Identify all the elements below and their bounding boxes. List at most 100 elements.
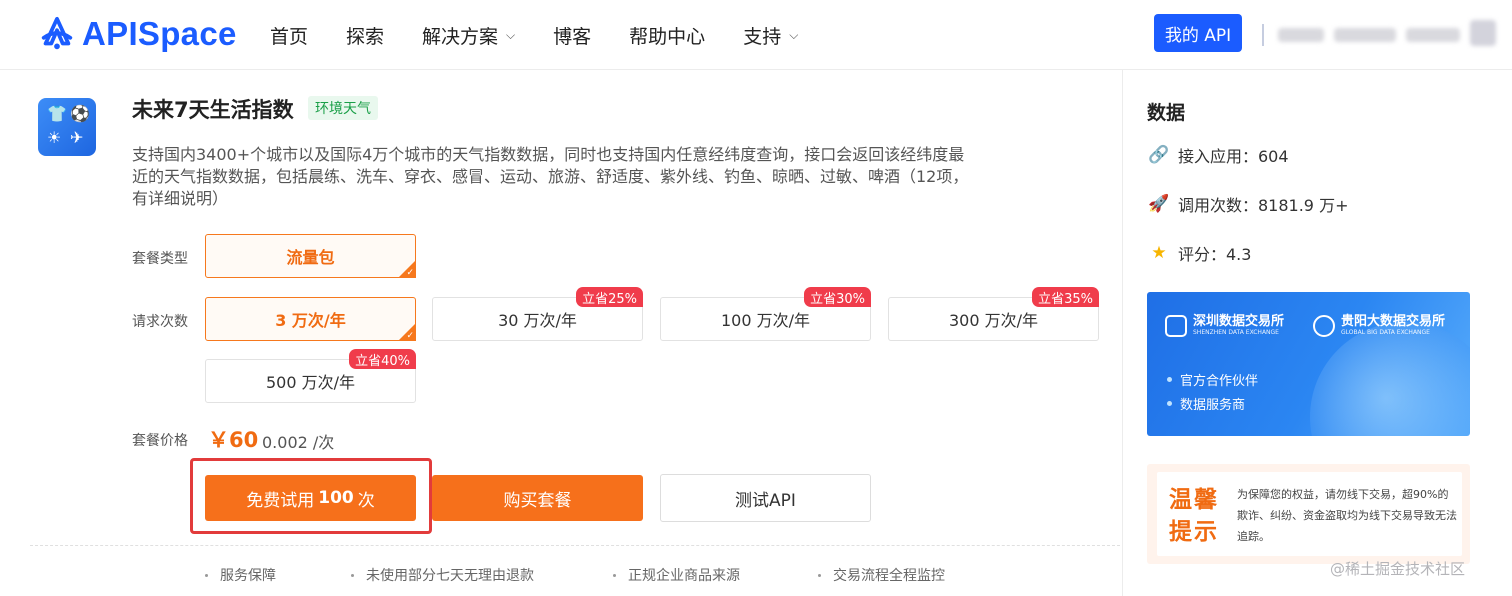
- partner-banner[interactable]: 深圳数据交易所 SHENZHEN DATA EXCHANGE 贵阳大数据交易所 …: [1147, 292, 1470, 436]
- nav-label: 探索: [346, 25, 385, 48]
- stat-rating: ★ 评分：4.3: [1148, 241, 1251, 265]
- guiyang-exchange-logo: 贵阳大数据交易所 GLOBAL BIG DATA EXCHANGE: [1313, 314, 1445, 337]
- guarantee-text: 未使用部分七天无理由退款: [366, 568, 534, 584]
- banner-text: 数据服务商: [1180, 398, 1246, 413]
- nav-label: 帮助中心: [629, 25, 706, 48]
- option-label: 流量包: [286, 248, 335, 267]
- notice-title: 温馨提示: [1169, 487, 1219, 545]
- logo-mark-icon: [41, 16, 73, 50]
- sun-icon: ☀: [47, 128, 62, 147]
- user-account-area[interactable]: [1262, 22, 1470, 48]
- chevron-down-icon: ⌵: [506, 27, 516, 42]
- count-option-500w[interactable]: 500 万次/年 立省40%: [205, 349, 416, 403]
- banner-text: 官方合作伙伴: [1180, 374, 1259, 389]
- guarantee-text: 交易流程全程监控: [833, 568, 945, 584]
- star-icon: ★: [1151, 243, 1167, 263]
- package-type-option[interactable]: 流量包: [205, 234, 416, 278]
- warm-notice: 温馨提示 为保障您的权益，请勿线下交易，超90%的欺诈、纠纷、资金盗取均为线下交…: [1147, 464, 1470, 564]
- section-divider: [30, 545, 1120, 546]
- free-trial-button[interactable]: 免费试用 100 次: [205, 475, 416, 521]
- ball-icon: ⚽: [70, 104, 90, 123]
- nav-label: 支持: [743, 25, 782, 48]
- bullet-icon: [1167, 377, 1172, 382]
- org-name: 贵阳大数据交易所: [1341, 314, 1446, 329]
- my-api-button[interactable]: 我的 API: [1154, 14, 1242, 52]
- guarantee-item: 交易流程全程监控: [818, 565, 945, 585]
- guarantee-item: 正规企业商品来源: [613, 565, 740, 585]
- nav-support[interactable]: 支持 ⌵: [743, 22, 798, 49]
- link-icon: 🔗: [1148, 145, 1170, 165]
- option-label: 300 万次/年: [948, 311, 1039, 330]
- count-option-30w[interactable]: 30 万次/年 立省25%: [432, 287, 643, 341]
- user-divider: [1262, 24, 1264, 46]
- chevron-down-icon: ⌵: [789, 27, 799, 42]
- rocket-icon: 🚀: [1148, 194, 1170, 214]
- nav-solutions[interactable]: 解决方案 ⌵: [422, 22, 515, 49]
- brand-name: APISpace: [82, 15, 237, 52]
- count-option-300w[interactable]: 300 万次/年 立省35%: [888, 287, 1099, 341]
- guarantee-item: 服务保障: [205, 565, 276, 585]
- shirt-icon: 👕: [47, 104, 67, 123]
- bullet-icon: [613, 573, 616, 577]
- test-api-button[interactable]: 测试API: [660, 474, 871, 522]
- avatar[interactable]: [1470, 20, 1496, 46]
- guarantee-text: 服务保障: [220, 568, 276, 584]
- plane-icon: ✈: [70, 128, 84, 147]
- stat-calls: 🚀 调用次数：8181.9 万+: [1148, 192, 1348, 216]
- trial-suffix: 次: [357, 490, 375, 511]
- nav-label: 首页: [270, 25, 309, 48]
- bullet-icon: [818, 573, 821, 577]
- nav-label: 解决方案: [422, 25, 499, 48]
- package-type-label: 套餐类型: [132, 251, 188, 267]
- stat-text: 接入应用：604: [1178, 147, 1289, 166]
- panel-divider: [1122, 70, 1123, 596]
- bullet-icon: [205, 573, 208, 577]
- stat-text: 评分：4.3: [1178, 245, 1252, 264]
- bullet-icon: [351, 573, 354, 577]
- option-label: 100 万次/年: [720, 311, 811, 330]
- guarantee-text: 正规企业商品来源: [628, 568, 740, 584]
- guarantee-item: 未使用部分七天无理由退款: [351, 565, 534, 585]
- stat-text: 调用次数：8181.9 万+: [1178, 196, 1349, 215]
- product-description: 支持国内3400+个城市以及国际4万个城市的天气指数数据，同时也支持国内任意经纬…: [132, 145, 969, 208]
- nav-help-center[interactable]: 帮助中心: [629, 22, 705, 49]
- nav-explore[interactable]: 探索: [346, 22, 384, 49]
- trial-prefix: 免费试用: [246, 490, 315, 511]
- product-title: 未来7天生活指数: [132, 98, 294, 122]
- data-section-title: 数据: [1147, 102, 1186, 124]
- nav-label: 博客: [553, 25, 592, 48]
- package-price: ￥60: [208, 428, 259, 452]
- blurred-username: [1278, 28, 1324, 42]
- org-name: 深圳数据交易所: [1193, 314, 1285, 329]
- buy-package-button[interactable]: 购买套餐: [432, 475, 643, 521]
- stat-apps: 🔗 接入应用：604: [1148, 143, 1289, 167]
- request-count-label: 请求次数: [132, 314, 188, 330]
- option-label: 3 万次/年: [275, 311, 346, 330]
- notice-text: 为保障您的权益，请勿线下交易，超90%的欺诈、纠纷、资金盗取均为线下交易导致无法…: [1237, 488, 1457, 543]
- banner-line: 数据服务商: [1167, 394, 1245, 413]
- discount-badge: 立省30%: [804, 287, 871, 307]
- shenzhen-exchange-icon: [1165, 314, 1187, 337]
- shenzhen-exchange-logo: 深圳数据交易所 SHENZHEN DATA EXCHANGE: [1165, 314, 1284, 337]
- org-english-name: GLOBAL BIG DATA EXCHANGE: [1341, 329, 1430, 336]
- price-label: 套餐价格: [132, 433, 188, 449]
- product-icon: 👕 ⚽ ☀ ✈: [38, 98, 96, 156]
- banner-line: 官方合作伙伴: [1167, 370, 1258, 389]
- count-option-3w[interactable]: 3 万次/年: [205, 297, 416, 341]
- nav-home[interactable]: 首页: [270, 22, 308, 49]
- discount-badge: 立省40%: [349, 349, 416, 369]
- option-label: 30 万次/年: [498, 311, 577, 330]
- guiyang-exchange-icon: [1313, 314, 1335, 337]
- option-label: 500 万次/年: [265, 373, 356, 392]
- category-tag[interactable]: 环境天气: [308, 96, 378, 120]
- globe-graphic: [1310, 322, 1470, 436]
- nav-blog[interactable]: 博客: [553, 22, 591, 49]
- trial-count: 100: [318, 488, 354, 508]
- unit-price: 0.002 /次: [262, 433, 335, 452]
- discount-badge: 立省35%: [1032, 287, 1099, 307]
- count-option-100w[interactable]: 100 万次/年 立省30%: [660, 287, 871, 341]
- blurred-username: [1406, 28, 1460, 42]
- apispace-logo[interactable]: APISpace: [38, 14, 237, 54]
- main-nav: 首页 探索 解决方案 ⌵ 博客 帮助中心 支持 ⌵: [270, 0, 836, 70]
- top-header: APISpace 首页 探索 解决方案 ⌵ 博客 帮助中心 支持 ⌵ 我的 API: [0, 0, 1512, 70]
